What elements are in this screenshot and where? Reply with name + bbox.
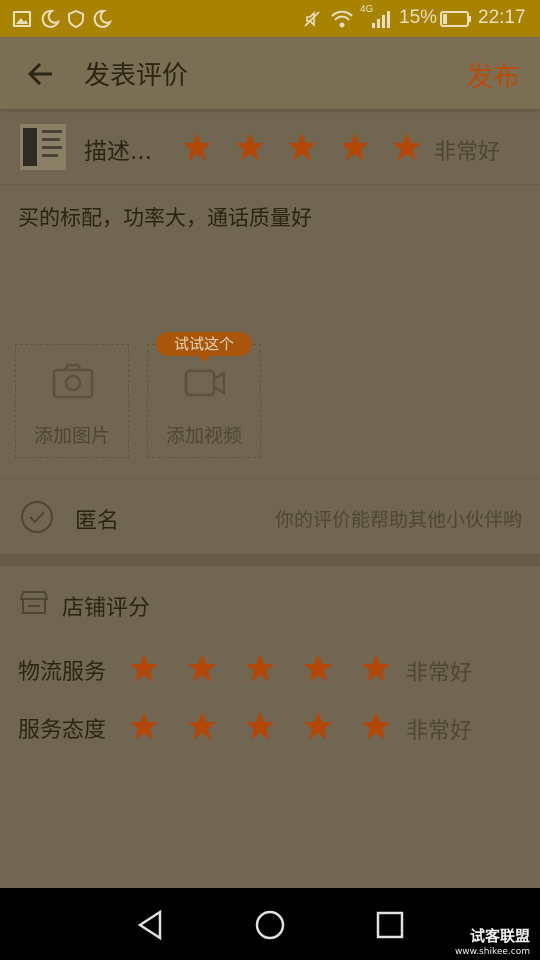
add-photo-button[interactable]: 添加图片	[15, 344, 129, 458]
star-icon[interactable]	[302, 710, 334, 742]
logistics-rating-label: 物流服务	[18, 660, 107, 685]
star-icon[interactable]	[302, 652, 334, 684]
service-rating-row: 服务态度 非常好	[0, 702, 540, 750]
star-icon[interactable]	[181, 131, 213, 163]
star-icon[interactable]	[286, 131, 318, 163]
anonymous-row[interactable]: 匿名 你的评价能帮助其他小伙伴哟	[0, 478, 540, 555]
moon-icon	[93, 9, 112, 28]
add-photo-label: 添加图片	[33, 425, 110, 447]
back-arrow-icon[interactable]	[26, 59, 56, 89]
anonymous-label: 匿名	[75, 509, 120, 534]
watermark-url: www.shikee.com	[454, 947, 530, 957]
clock: 22:17	[478, 7, 526, 28]
service-rating-label: 服务态度	[18, 718, 107, 743]
section-divider	[0, 554, 540, 566]
video-camera-icon	[184, 369, 226, 397]
nav-recents-icon[interactable]	[373, 908, 407, 942]
mute-icon	[304, 11, 320, 27]
star-icon[interactable]	[234, 131, 266, 163]
star-icon[interactable]	[186, 710, 218, 742]
camera-icon	[52, 363, 94, 399]
gallery-icon	[13, 11, 31, 27]
logistics-rating-text: 非常好	[406, 661, 473, 686]
star-icon[interactable]	[391, 131, 423, 163]
product-rating-row: 描述... 非常好	[0, 110, 540, 185]
video-tip-badge: 试试这个	[156, 332, 252, 362]
shop-rating-header: 店铺评分	[0, 580, 540, 628]
battery-icon	[440, 11, 471, 27]
anonymous-hint: 你的评价能帮助其他小伙伴哟	[274, 509, 522, 531]
star-icon[interactable]	[128, 652, 160, 684]
star-icon[interactable]	[128, 710, 160, 742]
battery-percent: 15%	[399, 7, 438, 28]
star-icon[interactable]	[339, 131, 371, 163]
review-textarea[interactable]: 买的标配，功率大，通话质量好	[18, 202, 312, 232]
moon-icon	[41, 9, 60, 28]
nav-home-icon[interactable]	[253, 908, 287, 942]
status-bar: 4G 15% 22:17	[0, 0, 540, 37]
page-title: 发表评价	[84, 61, 189, 91]
publish-button[interactable]: 发布	[466, 55, 520, 94]
signal-icon	[372, 11, 390, 28]
watermark: 试客联盟 www.shikee.com	[455, 928, 530, 960]
service-rating-text: 非常好	[406, 719, 473, 744]
star-icon[interactable]	[186, 652, 218, 684]
app-bar: 发表评价 发布	[0, 37, 540, 109]
wifi-icon	[331, 10, 353, 28]
star-icon[interactable]	[244, 652, 276, 684]
product-rating-text: 非常好	[434, 140, 501, 165]
logistics-rating-row: 物流服务 非常好	[0, 644, 540, 692]
shield-icon	[68, 9, 84, 29]
star-icon[interactable]	[360, 710, 392, 742]
store-icon	[20, 591, 48, 614]
nav-back-icon[interactable]	[134, 908, 168, 942]
product-rating-label: 描述...	[84, 139, 152, 165]
watermark-name: 试客联盟	[469, 927, 530, 945]
add-video-label: 添加视频	[165, 425, 242, 447]
star-icon[interactable]	[360, 652, 392, 684]
shop-rating-title: 店铺评分	[62, 596, 151, 621]
star-icon[interactable]	[244, 710, 276, 742]
product-thumbnail	[20, 124, 66, 170]
check-circle-icon[interactable]	[20, 500, 54, 534]
